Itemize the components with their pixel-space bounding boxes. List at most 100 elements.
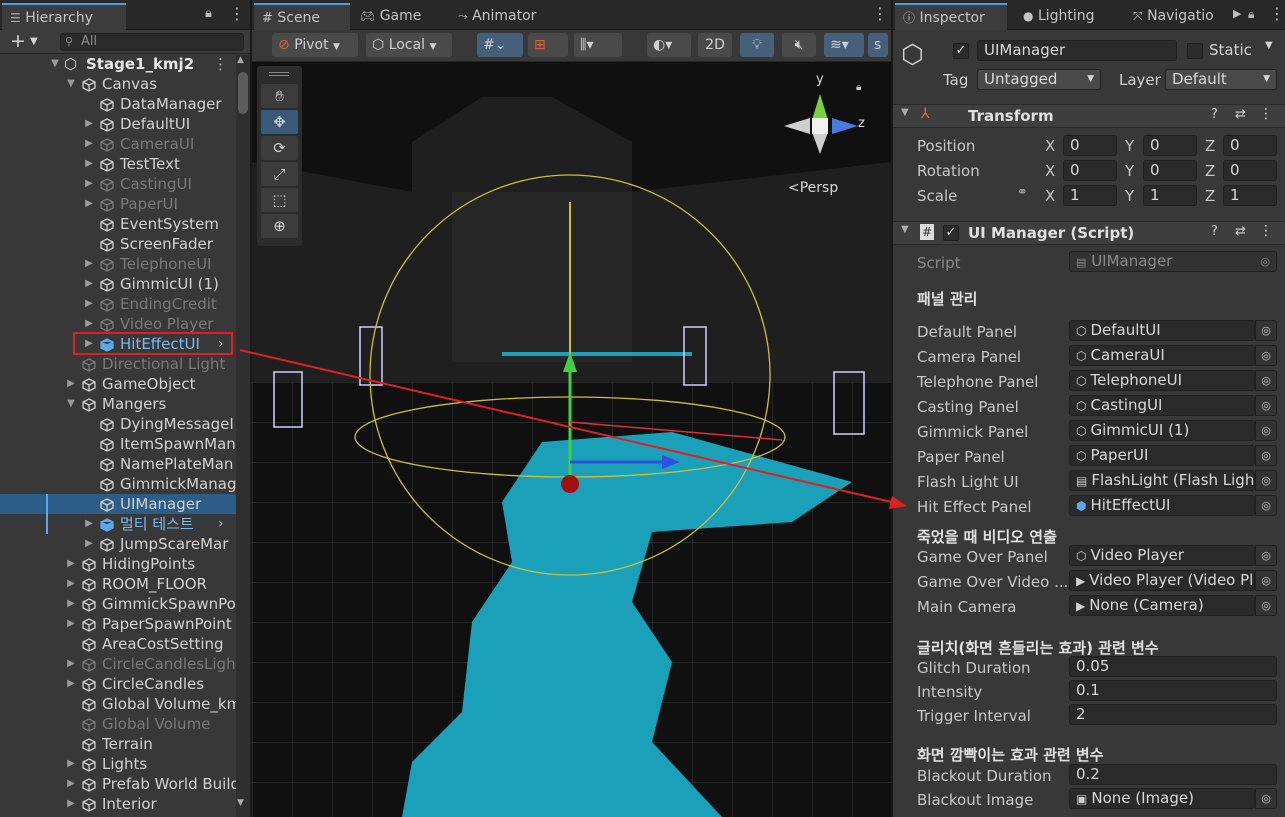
number-field[interactable]: 2	[1069, 704, 1277, 725]
tab-animator[interactable]: ⤳ Animator	[450, 3, 544, 30]
hierarchy-row[interactable]: ▶ PaperUI	[0, 194, 236, 214]
tab-scene[interactable]: # Scene	[254, 3, 350, 30]
scroll-up-icon[interactable]: ▲	[237, 55, 244, 65]
transform-z-input[interactable]: 0	[1223, 135, 1277, 156]
hierarchy-row[interactable]: GimmickManag	[0, 474, 236, 494]
chevron-down-icon[interactable]: ▼	[30, 31, 38, 53]
transform-tool-button[interactable]: ⊕	[261, 214, 298, 238]
hierarchy-row[interactable]: ▶ EndingCredit	[0, 294, 236, 314]
hierarchy-row[interactable]: AreaCostSetting	[0, 634, 236, 654]
kebab-menu-icon[interactable]: ⋮	[1269, 4, 1285, 24]
help-icon[interactable]: ?	[1211, 224, 1218, 239]
hierarchy-row[interactable]: ▶ CircleCandles	[0, 674, 236, 694]
object-reference-field[interactable]: ▶ None (Camera)	[1069, 595, 1255, 616]
object-reference-field[interactable]: ⬡ TelephoneUI	[1069, 370, 1255, 391]
lighting-toggle-button[interactable]: 💡︎	[740, 33, 774, 57]
expand-arrow-icon[interactable]: ▶	[84, 154, 94, 174]
lock-icon[interactable]: 🔒︎	[1248, 4, 1254, 24]
hierarchy-scroll-thumb[interactable]	[238, 72, 248, 114]
expand-arrow-icon[interactable]: ▶	[84, 174, 94, 194]
object-picker-target-icon[interactable]: ◎	[1255, 595, 1277, 616]
transform-y-input[interactable]: 1	[1143, 185, 1197, 206]
object-name-input[interactable]: UIManager	[977, 40, 1177, 61]
collapse-arrow-icon[interactable]: ▼	[901, 107, 909, 118]
tab-game[interactable]: 🎮︎ Game	[352, 3, 429, 30]
expand-arrow-icon[interactable]: ▶	[66, 574, 76, 594]
drag-handle-icon[interactable]	[269, 72, 289, 76]
hierarchy-row[interactable]: ▶ GimmickSpawnPo	[0, 594, 236, 614]
search-input[interactable]: ⚲ All	[60, 33, 244, 51]
object-picker-target-icon[interactable]: ◎	[1255, 370, 1277, 391]
scene-kebab-icon[interactable]: ⋮	[213, 54, 228, 74]
transform-y-input[interactable]: 0	[1143, 135, 1197, 156]
hierarchy-row[interactable]: Directional Light	[0, 354, 236, 374]
preset-icon[interactable]: ⇄	[1235, 224, 1246, 239]
component-kebab-icon[interactable]: ⋮	[1259, 106, 1273, 122]
object-reference-field[interactable]: ▶ Video Player (Video Pla	[1069, 570, 1255, 591]
hierarchy-scrollbar[interactable]	[236, 55, 250, 817]
tag-dropdown[interactable]: Untagged ▼	[977, 69, 1101, 90]
script-enabled-checkbox[interactable]: ✓	[943, 225, 959, 241]
hierarchy-row[interactable]: NamePlateMan	[0, 454, 236, 474]
expand-arrow-icon[interactable]: ▶	[66, 554, 76, 574]
hierarchy-row[interactable]: DyingMessageI	[0, 414, 236, 434]
transform-x-input[interactable]: 1	[1063, 185, 1117, 206]
hierarchy-row[interactable]: ScreenFader	[0, 234, 236, 254]
effects-button[interactable]: ≋▾	[824, 33, 864, 57]
hierarchy-row[interactable]: EventSystem	[0, 214, 236, 234]
hierarchy-row[interactable]: ▶ Prefab World Build	[0, 774, 236, 794]
static-checkbox[interactable]	[1187, 43, 1203, 59]
move-tool-button[interactable]: ✥	[261, 110, 298, 134]
rotate-tool-button[interactable]: ⟳	[261, 136, 298, 160]
hierarchy-row[interactable]: ▶ 멀티 테스트 ›	[0, 514, 236, 534]
2d-toggle-button[interactable]: 2D	[698, 33, 732, 57]
more-button[interactable]: s	[868, 33, 888, 57]
link-scale-icon[interactable]: ⚭	[1017, 185, 1028, 200]
object-reference-field[interactable]: ▣ None (Image)	[1069, 788, 1255, 809]
lock-icon[interactable]: 🔒︎	[856, 82, 861, 93]
transform-header[interactable]: ▼ ⅄ Transform ? ⇄ ⋮	[893, 104, 1285, 128]
hierarchy-row[interactable]: ▶ PaperSpawnPoint	[0, 614, 236, 634]
object-picker-target-icon[interactable]: ◎	[1255, 570, 1277, 591]
expand-arrow-icon[interactable]: ▶	[84, 534, 94, 554]
hierarchy-row[interactable]: ▼ Canvas	[0, 74, 236, 94]
hierarchy-row[interactable]: ▶ Interior	[0, 794, 236, 814]
hierarchy-row[interactable]: ▶ JumpScareMar	[0, 534, 236, 554]
tab-overflow-icon[interactable]: ▶	[1233, 4, 1241, 24]
hierarchy-row[interactable]: ▶ Lights	[0, 754, 236, 774]
expand-arrow-icon[interactable]: ▶	[66, 794, 76, 814]
pivot-dropdown[interactable]: ⊘ Pivot ▼	[272, 33, 358, 57]
hierarchy-row[interactable]: UIManager	[0, 494, 236, 514]
increment-snap-button[interactable]: ⊞	[528, 33, 568, 57]
object-reference-field[interactable]: ⬡ Video Player	[1069, 545, 1255, 566]
active-checkbox[interactable]: ✓	[953, 43, 969, 59]
tab-hierarchy[interactable]: ☰ Hierarchy	[2, 3, 126, 30]
expand-arrow-icon[interactable]: ▶	[84, 514, 94, 534]
expand-arrow-icon[interactable]: ▶	[66, 654, 76, 674]
transform-y-input[interactable]: 0	[1143, 160, 1197, 181]
hierarchy-row[interactable]: Global Volume_km	[0, 694, 236, 714]
hierarchy-row[interactable]: ▶ CircleCandlesLigh	[0, 654, 236, 674]
number-field[interactable]: 0.2	[1069, 764, 1277, 785]
perspective-label[interactable]: <Persp	[788, 180, 838, 196]
script-component-header[interactable]: ▼ # ✓ UI Manager (Script) ? ⇄ ⋮	[893, 221, 1285, 245]
expand-arrow-icon[interactable]: ▶	[84, 194, 94, 214]
hierarchy-row[interactable]: Global Volume	[0, 714, 236, 734]
object-reference-field[interactable]: ⬢ HitEffectUI	[1069, 495, 1255, 516]
expand-arrow-icon[interactable]: ▶	[66, 774, 76, 794]
local-dropdown[interactable]: ⬡ Local ▼	[366, 33, 452, 57]
object-reference-field[interactable]: ⬡ PaperUI	[1069, 445, 1255, 466]
scale-tool-button[interactable]: ⤢	[261, 162, 298, 186]
object-picker-target-icon[interactable]: ◎	[1255, 320, 1277, 341]
help-icon[interactable]: ?	[1211, 107, 1218, 122]
scroll-down-icon[interactable]: ▼	[237, 798, 244, 808]
grid-snap-button[interactable]: #⌄	[477, 33, 523, 57]
rect-tool-button[interactable]: ⬚	[261, 188, 298, 212]
object-picker-target-icon[interactable]: ◎	[1255, 445, 1277, 466]
hierarchy-row[interactable]: ▶ TelephoneUI	[0, 254, 236, 274]
transform-z-input[interactable]: 0	[1223, 160, 1277, 181]
expand-arrow-icon[interactable]: ▶	[84, 114, 94, 134]
tab-lighting[interactable]: ● Lighting	[1015, 3, 1103, 30]
expand-arrow-icon[interactable]: ▶	[84, 274, 94, 294]
audio-toggle-button[interactable]: 🔇︎	[782, 33, 816, 57]
